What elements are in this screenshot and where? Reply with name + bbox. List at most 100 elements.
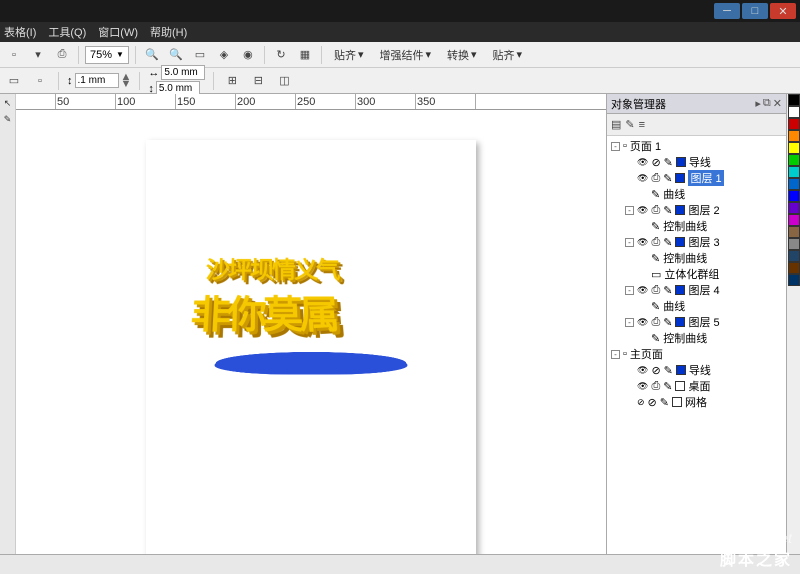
minimize-button[interactable]: ─	[714, 3, 740, 19]
spinner[interactable]: ▲▼	[121, 74, 132, 88]
zoom-out-icon[interactable]: 🔍	[166, 45, 186, 65]
color-swatch[interactable]	[788, 166, 800, 178]
tree-node[interactable]: ▭立体化群组	[609, 266, 784, 282]
color-swatch[interactable]	[788, 262, 800, 274]
layer-color-swatch[interactable]	[675, 317, 685, 327]
tree-node[interactable]: -👁⎙✎图层 5	[609, 314, 784, 330]
edit-icon[interactable]: ✎	[663, 284, 672, 297]
tree-node[interactable]: -▫页面 1	[609, 138, 784, 154]
color-swatch[interactable]	[788, 238, 800, 250]
color-swatch[interactable]	[788, 130, 800, 142]
tree-node[interactable]: -👁⎙✎图层 3	[609, 234, 784, 250]
layer-color-swatch[interactable]	[675, 173, 685, 183]
print-icon[interactable]: ⎙	[651, 172, 660, 185]
tree-node[interactable]: 👁⊘✎导线	[609, 154, 784, 170]
expand-icon[interactable]: -	[611, 142, 620, 151]
expand-icon[interactable]: -	[625, 286, 634, 295]
color-swatch[interactable]	[788, 118, 800, 130]
format-icon[interactable]: ▭	[4, 71, 24, 91]
width-input[interactable]: ↔	[148, 65, 205, 80]
layer-color-swatch[interactable]	[675, 205, 685, 215]
tree-node[interactable]: ✎曲线	[609, 298, 784, 314]
print-icon[interactable]: ⎙	[651, 380, 660, 393]
print-icon[interactable]: ⎙	[651, 204, 660, 217]
edit-icon[interactable]: ✎	[664, 364, 673, 377]
color-swatch[interactable]	[788, 106, 800, 118]
color-swatch[interactable]	[788, 94, 800, 106]
expand-icon[interactable]: -	[625, 318, 634, 327]
enhance-button[interactable]: 增强结件 ▾	[373, 45, 437, 65]
edit-icon[interactable]: ✎	[663, 316, 672, 329]
visibility-icon[interactable]: 👁	[637, 285, 648, 296]
visibility-icon[interactable]: 👁	[637, 317, 648, 328]
snap2-button[interactable]: 贴齐 ▾	[487, 45, 529, 65]
nudge-field[interactable]	[75, 73, 119, 88]
menu-tools[interactable]: 工具(Q)	[48, 24, 86, 40]
print-icon[interactable]: ⊘	[651, 156, 660, 169]
color-swatch[interactable]	[788, 142, 800, 154]
tree-node[interactable]: ⊘⊘✎网格	[609, 394, 784, 410]
color-swatch[interactable]	[788, 178, 800, 190]
expand-icon[interactable]: -	[625, 206, 634, 215]
layer-edit-icon[interactable]: ✎	[625, 118, 634, 131]
edit-icon[interactable]: ✎	[663, 380, 672, 393]
zoom-in-icon[interactable]: 🔍	[142, 45, 162, 65]
visibility-icon[interactable]: 👁	[637, 365, 648, 376]
maximize-button[interactable]: □	[742, 3, 768, 19]
visibility-icon[interactable]: ⊘	[637, 397, 645, 408]
tree-node[interactable]: 👁⊘✎导线	[609, 362, 784, 378]
panel-menu-icon[interactable]: ▸	[755, 97, 761, 110]
tree-node[interactable]: 👁⎙✎图层 1	[609, 170, 784, 186]
canvas[interactable]: 沙坪坝情义气 非你莫属	[16, 110, 606, 554]
print-icon[interactable]: ⊘	[648, 396, 657, 409]
edit-icon[interactable]: ✎	[663, 204, 672, 217]
color-swatch[interactable]	[788, 202, 800, 214]
tree-node[interactable]: ✎控制曲线	[609, 250, 784, 266]
print-icon[interactable]: ⎙	[651, 284, 660, 297]
layer-color-swatch[interactable]	[672, 397, 682, 407]
format2-icon[interactable]: ▫	[30, 71, 50, 91]
tree-node[interactable]: -👁⎙✎图层 2	[609, 202, 784, 218]
color-swatch[interactable]	[788, 154, 800, 166]
width-field[interactable]	[161, 65, 205, 80]
zoom-fit-icon[interactable]: ◈	[214, 45, 234, 65]
layer-color-swatch[interactable]	[675, 237, 685, 247]
artwork[interactable]: 沙坪坝情义气 非你莫属	[186, 240, 436, 380]
layer-color-swatch[interactable]	[675, 381, 685, 391]
print-icon[interactable]: ⊘	[651, 364, 660, 377]
menu-table[interactable]: 表格(I)	[4, 24, 36, 40]
tree-node[interactable]: ✎控制曲线	[609, 330, 784, 346]
layer-view-icon[interactable]: ▤	[611, 118, 621, 131]
visibility-icon[interactable]: 👁	[637, 381, 648, 392]
zoom-selection-icon[interactable]: ◉	[238, 45, 258, 65]
tree-node[interactable]: -▫主页面	[609, 346, 784, 362]
expand-icon[interactable]: -	[625, 238, 634, 247]
edit-icon[interactable]: ✎	[664, 156, 673, 169]
color-swatch[interactable]	[788, 190, 800, 202]
snap-guide-icon[interactable]: ⊟	[248, 71, 268, 91]
zoom-input[interactable]: 75%▼	[85, 46, 129, 64]
pick-tool-icon[interactable]: ↖	[1, 98, 15, 112]
visibility-icon[interactable]: 👁	[637, 173, 648, 184]
object-tree[interactable]: -▫页面 1👁⊘✎导线👁⎙✎图层 1✎曲线-👁⎙✎图层 2✎控制曲线-👁⎙✎图层…	[607, 136, 786, 554]
tree-node[interactable]: ✎曲线	[609, 186, 784, 202]
print-icon[interactable]: ⎙	[52, 45, 72, 65]
zoom-page-icon[interactable]: ▭	[190, 45, 210, 65]
tree-node[interactable]: 👁⎙✎桌面	[609, 378, 784, 394]
color-swatch[interactable]	[788, 274, 800, 286]
edit-icon[interactable]: ✎	[663, 236, 672, 249]
convert-button[interactable]: 转换 ▾	[441, 45, 483, 65]
arrow-down-icon[interactable]: ▾	[28, 45, 48, 65]
layer-manager-icon[interactable]: ≡	[639, 119, 645, 131]
nudge-input[interactable]: ↕ ▲▼	[67, 73, 131, 88]
new-icon[interactable]: ▫	[4, 45, 24, 65]
tree-node[interactable]: ✎控制曲线	[609, 218, 784, 234]
menu-window[interactable]: 窗口(W)	[98, 24, 138, 40]
refresh-icon[interactable]: ↻	[271, 45, 291, 65]
print-icon[interactable]: ⎙	[651, 236, 660, 249]
edit-icon[interactable]: ✎	[663, 172, 672, 185]
expand-icon[interactable]: -	[611, 350, 620, 359]
grid-icon[interactable]: ▦	[295, 45, 315, 65]
snap-grid-icon[interactable]: ⊞	[222, 71, 242, 91]
edit-icon[interactable]: ✎	[660, 396, 669, 409]
